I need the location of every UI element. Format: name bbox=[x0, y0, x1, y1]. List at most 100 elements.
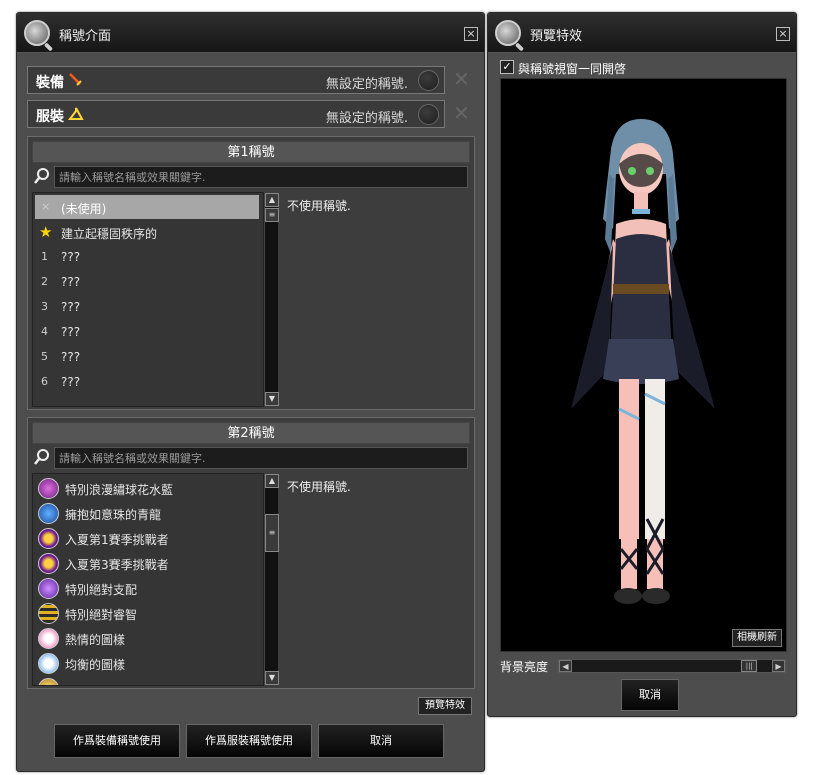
scroll-thumb[interactable]: ≡ bbox=[265, 514, 279, 552]
magnifier-logo-icon bbox=[495, 20, 521, 46]
list-item-text: 入夏第3賽季挑戰者 bbox=[65, 558, 169, 572]
list-item[interactable]: 入夏第1賽季挑戰者 bbox=[35, 526, 259, 550]
slider-thumb[interactable]: ||| bbox=[741, 660, 758, 672]
costume-title-slot: 服裝 無設定的稱號. bbox=[27, 100, 445, 128]
scroll-down-icon[interactable]: ▼ bbox=[265, 671, 279, 685]
list-item[interactable]: 3 ??? bbox=[35, 295, 259, 319]
camera-reset-button[interactable]: 相機刷新 bbox=[732, 629, 782, 647]
list-item[interactable]: 均衡的圖樣 bbox=[35, 651, 259, 675]
background-brightness-slider[interactable]: ◀ ||| ▶ bbox=[558, 659, 786, 673]
preview-window: 預覽特效 × ✓ 與稱號視窗一同開啓 相機刷新 背景亮度 ◀ ||| ▶ 取消 bbox=[487, 12, 797, 717]
magnifier-logo-icon bbox=[24, 20, 50, 46]
preview-window-titlebar[interactable]: 預覽特效 × bbox=[488, 13, 796, 53]
section-heading: 第2稱號 bbox=[32, 422, 470, 444]
hanger-icon bbox=[68, 106, 84, 126]
slot-badge-icon bbox=[418, 104, 439, 125]
list-item-text: 擁抱如意珠的青龍 bbox=[65, 508, 162, 522]
character-preview-viewport[interactable]: 相機刷新 bbox=[500, 78, 787, 652]
window-title: 預覽特效 bbox=[530, 29, 583, 44]
close-button[interactable]: × bbox=[776, 27, 790, 41]
list-item[interactable]: 熱情的圖樣 bbox=[35, 626, 259, 650]
search-input[interactable] bbox=[54, 166, 468, 188]
list-item-text: 均衡的圖樣 bbox=[65, 658, 126, 672]
search-input[interactable] bbox=[54, 447, 468, 469]
list-item[interactable]: 擁抱如意珠的青龍 bbox=[35, 501, 259, 525]
list-item-text: 特別浪漫繡球花水藍 bbox=[65, 483, 174, 497]
sword-icon bbox=[68, 72, 84, 92]
list-item-index: 3 bbox=[41, 300, 48, 313]
slot-value: 無設定的稱號. bbox=[325, 77, 408, 92]
list-item[interactable]: 入夏第3賽季挑戰者 bbox=[35, 551, 259, 575]
list-item[interactable]: 5 ??? bbox=[35, 345, 259, 369]
list-item[interactable]: 特別絕對睿智 bbox=[35, 601, 259, 625]
title-description: 不使用稱號. bbox=[287, 199, 351, 213]
first-title-section: 第1稱號 × (未使用) ★ 建立起穩固秩序的 1 ??? 2 ??? 3 bbox=[27, 136, 475, 410]
window-title: 稱號介面 bbox=[59, 29, 112, 44]
list-item-index: 6 bbox=[41, 375, 48, 388]
list-item-text: 建立起穩固秩序的 bbox=[61, 227, 158, 241]
preview-cancel-button[interactable]: 取消 bbox=[621, 679, 679, 711]
list-item-text: ??? bbox=[61, 350, 81, 364]
hydrangea-icon bbox=[38, 478, 59, 499]
scroll-up-icon[interactable]: ▲ bbox=[265, 193, 279, 207]
crown-icon bbox=[38, 553, 59, 574]
list-item-partial[interactable] bbox=[35, 676, 259, 685]
list-item-text: (未使用) bbox=[61, 202, 107, 216]
list-item[interactable]: 2 ??? bbox=[35, 270, 259, 294]
list-item[interactable]: 4 ??? bbox=[35, 320, 259, 344]
character-figure bbox=[571, 119, 715, 604]
list-item[interactable]: 1 ??? bbox=[35, 245, 259, 269]
list-item[interactable]: ★ 建立起穩固秩序的 bbox=[35, 220, 259, 244]
scroll-down-icon[interactable]: ▼ bbox=[265, 392, 279, 406]
list-item[interactable]: 特別絕對支配 bbox=[35, 576, 259, 600]
list-item-text: 特別絕對睿智 bbox=[65, 608, 138, 622]
list-scrollbar[interactable]: ▲ ≡ ▼ bbox=[264, 474, 279, 685]
use-as-equip-title-button[interactable]: 作爲裝備稱號使用 bbox=[54, 724, 180, 758]
scroll-up-icon[interactable]: ▲ bbox=[265, 474, 279, 488]
slot-label: 服裝 bbox=[36, 109, 64, 125]
list-item-text: 特別絕對支配 bbox=[65, 583, 138, 597]
slot-badge-icon bbox=[418, 70, 439, 91]
list-item-text: ??? bbox=[61, 300, 81, 314]
slider-left-icon[interactable]: ◀ bbox=[559, 660, 572, 672]
list-item-text: ??? bbox=[61, 325, 81, 339]
preview-effect-button[interactable]: 預覽特效 bbox=[418, 697, 472, 715]
list-item-index: 2 bbox=[41, 275, 48, 288]
slot-label: 裝備 bbox=[36, 75, 64, 91]
title-window-titlebar[interactable]: 稱號介面 × bbox=[17, 13, 484, 53]
list-item-text: ??? bbox=[61, 375, 81, 389]
cancel-button[interactable]: 取消 bbox=[318, 724, 444, 758]
list-item-text: 熱情的圖樣 bbox=[65, 633, 126, 647]
search-icon bbox=[33, 167, 51, 185]
scroll-thumb[interactable]: ≡ bbox=[265, 208, 279, 222]
section-heading: 第1稱號 bbox=[32, 141, 470, 163]
title-window: 稱號介面 × 裝備 無設定的稱號. ✕ 服裝 無設定的稱號. ✕ 第1稱號 × … bbox=[16, 12, 485, 772]
list-item[interactable]: × (未使用) bbox=[35, 195, 259, 219]
title-description: 不使用稱號. bbox=[287, 480, 351, 494]
rabbit-pink-icon bbox=[38, 628, 59, 649]
sword-purple-icon bbox=[38, 578, 59, 599]
use-as-costume-title-button[interactable]: 作爲服裝稱號使用 bbox=[186, 724, 312, 758]
search-icon bbox=[33, 448, 51, 466]
list-item-index: 1 bbox=[41, 250, 48, 263]
title-list: 特別浪漫繡球花水藍 擁抱如意珠的青龍 入夏第1賽季挑戰者 入夏第3賽季挑戰者 特… bbox=[32, 473, 264, 686]
unused-x-icon: × bbox=[41, 200, 51, 213]
background-brightness-label: 背景亮度 bbox=[500, 660, 549, 674]
list-item-index: 5 bbox=[41, 350, 48, 363]
close-button[interactable]: × bbox=[464, 27, 478, 41]
second-title-section: 第2稱號 特別浪漫繡球花水藍 擁抱如意珠的青龍 入夏第1賽季挑戰者 入夏第3賽季… bbox=[27, 417, 475, 689]
slider-right-icon[interactable]: ▶ bbox=[772, 660, 785, 672]
open-together-label: 與稱號視窗一同開啓 bbox=[518, 62, 627, 76]
clear-equip-title-button[interactable]: ✕ bbox=[453, 67, 470, 91]
title-list: × (未使用) ★ 建立起穩固秩序的 1 ??? 2 ??? 3 ??? 4 ?… bbox=[32, 192, 264, 407]
equip-title-slot: 裝備 無設定的稱號. bbox=[27, 66, 445, 94]
open-together-checkbox[interactable]: ✓ bbox=[500, 60, 514, 74]
star-icon: ★ bbox=[39, 223, 53, 241]
clear-costume-title-button[interactable]: ✕ bbox=[453, 101, 470, 125]
list-scrollbar[interactable]: ▲ ≡ ▼ bbox=[264, 193, 279, 406]
rabbit-blue-icon bbox=[38, 653, 59, 674]
crown-icon bbox=[38, 528, 59, 549]
title-badge-icon bbox=[38, 678, 59, 685]
list-item[interactable]: 6 ??? bbox=[35, 370, 259, 394]
list-item[interactable]: 特別浪漫繡球花水藍 bbox=[35, 476, 259, 500]
